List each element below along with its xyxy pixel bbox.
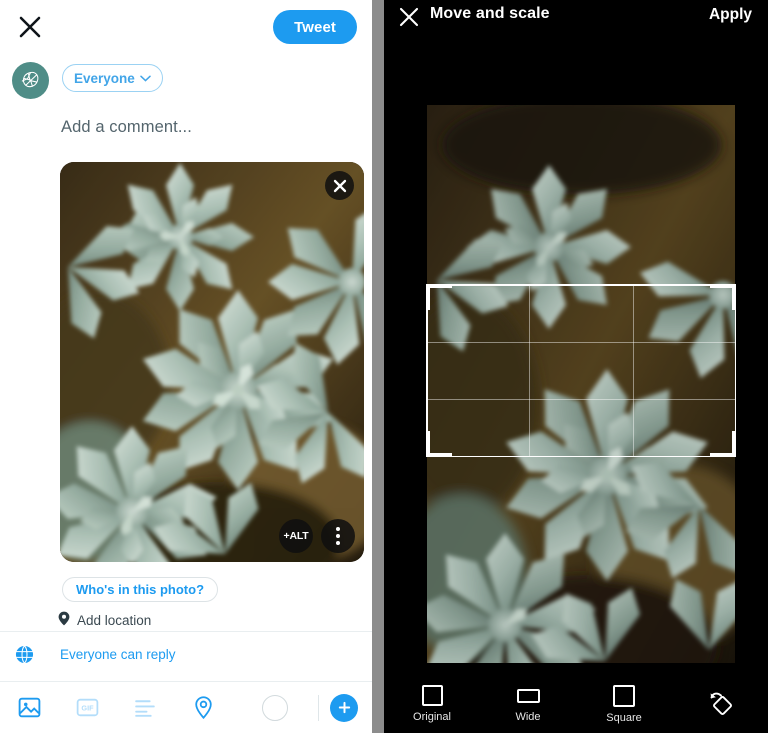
- aspect-square-label: Square: [606, 711, 642, 724]
- panel-divider: [372, 0, 384, 733]
- reply-settings-row[interactable]: Everyone can reply: [0, 632, 372, 676]
- poll-icon[interactable]: [116, 695, 174, 720]
- audience-label: Everyone: [74, 70, 135, 86]
- avatar[interactable]: [12, 62, 49, 99]
- location-pin-icon: [58, 611, 70, 629]
- aspect-wide-button[interactable]: Wide: [480, 685, 576, 723]
- wide-rect-outline-icon: [516, 689, 540, 703]
- close-x-icon[interactable]: [16, 13, 44, 41]
- crop-panel: Move and scale Apply Original Wide Squar…: [384, 0, 768, 733]
- svg-text:GIF: GIF: [81, 704, 94, 713]
- whos-in-this-photo-button[interactable]: Who's in this photo?: [62, 577, 219, 602]
- crop-title: Move and scale: [430, 5, 550, 22]
- crop-image-stage[interactable]: [427, 105, 735, 663]
- rotate-button[interactable]: [672, 687, 768, 722]
- attached-photo[interactable]: +ALT: [60, 162, 364, 562]
- add-tweet-icon[interactable]: [319, 693, 369, 722]
- aspect-original-label: Original: [413, 711, 451, 723]
- compose-toolbar: GIF: [0, 682, 372, 733]
- compose-header: Tweet: [0, 0, 372, 56]
- screen-root: Tweet Everyone Add a comment... +ALT Who…: [0, 0, 768, 733]
- square-outline-icon: [421, 685, 443, 706]
- rotate-icon: [710, 692, 732, 715]
- compose-panel: Tweet Everyone Add a comment... +ALT Who…: [0, 0, 372, 733]
- gif-icon[interactable]: GIF: [58, 695, 116, 720]
- aspect-original-button[interactable]: Original: [384, 685, 480, 723]
- character-count-ring: [232, 694, 318, 721]
- square-outline-icon-2: [613, 684, 635, 707]
- remove-photo-icon[interactable]: [325, 171, 354, 200]
- location-icon[interactable]: [174, 695, 232, 720]
- audience-selector[interactable]: Everyone: [62, 64, 163, 92]
- tweet-button[interactable]: Tweet: [273, 10, 357, 44]
- reply-setting-label: Everyone can reply: [60, 646, 176, 662]
- add-location-label: Add location: [77, 612, 152, 628]
- avatar-row: Everyone: [0, 56, 372, 104]
- aspect-wide-label: Wide: [515, 711, 541, 723]
- leaf-avatar-icon: [21, 71, 39, 88]
- chevron-down-icon: [140, 75, 151, 82]
- media-icon[interactable]: [0, 695, 58, 720]
- succulent-photo-left: [60, 162, 364, 562]
- apply-button[interactable]: Apply: [709, 6, 752, 24]
- crop-close-icon[interactable]: [398, 6, 420, 28]
- globe-icon: [15, 645, 34, 664]
- comment-input-placeholder[interactable]: Add a comment...: [61, 118, 192, 137]
- aspect-square-button[interactable]: Square: [576, 684, 672, 724]
- alt-text-badge[interactable]: +ALT: [279, 519, 313, 553]
- crop-header: Move and scale Apply: [384, 0, 768, 40]
- add-location-button[interactable]: Add location: [58, 611, 151, 629]
- aspect-ratio-toolbar: Original Wide Square: [384, 675, 768, 733]
- succulent-photo-right: [427, 105, 735, 663]
- more-vertical-icon[interactable]: [321, 519, 355, 553]
